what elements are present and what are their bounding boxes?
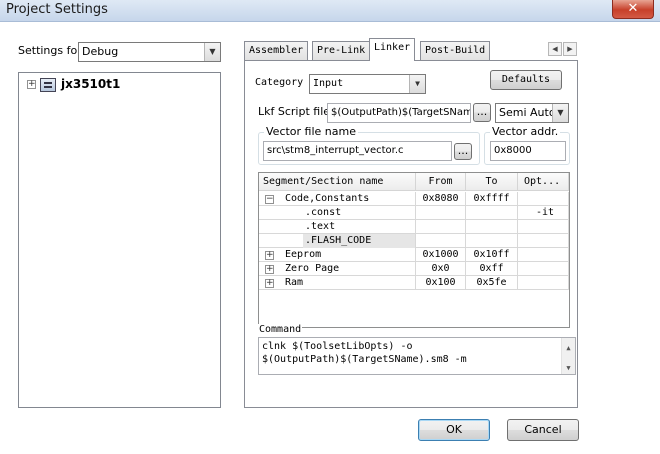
- close-button[interactable]: ✕: [612, 0, 654, 19]
- close-icon: ✕: [627, 1, 639, 16]
- project-name[interactable]: jx3510t1: [61, 77, 120, 91]
- section-options[interactable]: -it: [518, 206, 569, 220]
- segment-to[interactable]: 0xffff: [466, 192, 518, 206]
- column-header-to[interactable]: To: [466, 173, 518, 191]
- window-title: Project Settings: [6, 2, 108, 17]
- table-row[interactable]: + Eeprom 0x1000 0x10ff: [259, 248, 569, 262]
- ok-button[interactable]: OK: [418, 419, 490, 441]
- segment-name: Ram: [259, 276, 416, 290]
- scroll-down-icon[interactable]: ▼: [562, 362, 575, 375]
- section-to[interactable]: [466, 220, 518, 234]
- category-label: Category: [255, 77, 304, 88]
- project-icon: [40, 78, 56, 92]
- segment-from[interactable]: 0x8080: [416, 192, 466, 206]
- table-row-selected[interactable]: .FLASH_CODE: [259, 234, 569, 248]
- segment-options[interactable]: [518, 248, 569, 262]
- vector-file-field[interactable]: src\stm8_interrupt_vector.c: [263, 141, 452, 161]
- table-row[interactable]: − Code,Constants 0x8080 0xffff: [259, 192, 569, 206]
- scroll-up-icon[interactable]: ▲: [562, 342, 575, 355]
- category-select[interactable]: Input ▼: [309, 74, 426, 94]
- tab-assembler[interactable]: Assembler: [244, 41, 309, 60]
- segment-to[interactable]: 0xff: [466, 262, 518, 276]
- project-tree[interactable]: + jx3510t1: [18, 72, 221, 408]
- segment-options[interactable]: [518, 276, 569, 290]
- vector-file-group-title: Vector file name: [264, 125, 358, 138]
- command-field[interactable]: clnk $(ToolsetLibOpts) -o $(OutputPath)$…: [258, 337, 576, 375]
- section-to[interactable]: [466, 206, 518, 220]
- defaults-button[interactable]: Defaults: [490, 70, 562, 90]
- lkf-script-field[interactable]: $(OutputPath)$(TargetSName: [327, 103, 471, 123]
- section-from[interactable]: [416, 220, 466, 234]
- command-label: Command: [258, 324, 303, 335]
- segment-to[interactable]: 0x10ff: [466, 248, 518, 262]
- tab-scroll-right-icon[interactable]: ▶: [563, 42, 577, 56]
- tab-scroll-left-icon[interactable]: ◀: [548, 42, 562, 56]
- tab-linker[interactable]: Linker: [369, 38, 416, 61]
- command-line-2: $(OutputPath)$(TargetSName).sm8 -m: [262, 354, 467, 365]
- segment-name: Eeprom: [259, 248, 416, 262]
- segment-options[interactable]: [518, 262, 569, 276]
- table-row[interactable]: .text: [259, 220, 569, 234]
- grid-header: Segment/Section name From To Opt...: [259, 173, 569, 191]
- segment-from[interactable]: 0x1000: [416, 248, 466, 262]
- table-row[interactable]: + Ram 0x100 0x5fe: [259, 276, 569, 290]
- category-value: Input: [313, 78, 344, 89]
- segment-name: Zero Page: [259, 262, 416, 276]
- table-row[interactable]: .const -it: [259, 206, 569, 220]
- table-row[interactable]: + Zero Page 0x0 0xff: [259, 262, 569, 276]
- section-name: .text: [259, 220, 416, 234]
- expand-icon[interactable]: +: [27, 80, 36, 89]
- title-bar: Project Settings ✕: [0, 0, 660, 22]
- cancel-button[interactable]: Cancel: [507, 419, 579, 441]
- tab-pre-link[interactable]: Pre-Link: [312, 41, 371, 60]
- section-name: .const: [259, 206, 416, 220]
- chevron-down-icon: ▼: [552, 104, 568, 122]
- section-from[interactable]: [416, 206, 466, 220]
- vector-addr-group-title: Vector addr.: [490, 125, 561, 138]
- lkf-browse-button[interactable]: ...: [473, 103, 491, 122]
- section-from[interactable]: [416, 234, 466, 248]
- section-to[interactable]: [466, 234, 518, 248]
- chevron-down-icon: ▼: [204, 43, 220, 61]
- column-header-from[interactable]: From: [416, 173, 466, 191]
- lkf-mode-value: Semi Auto: [499, 106, 556, 119]
- section-options[interactable]: [518, 220, 569, 234]
- settings-for-label: Settings for:: [18, 44, 86, 57]
- segment-to[interactable]: 0x5fe: [466, 276, 518, 290]
- chevron-down-icon: ▼: [409, 75, 425, 93]
- segment-grid[interactable]: Segment/Section name From To Opt... − Co…: [258, 172, 570, 328]
- command-scrollbar[interactable]: ▲ ▼: [561, 338, 575, 374]
- segment-name: Code,Constants: [259, 192, 416, 206]
- tab-post-build[interactable]: Post-Build: [420, 41, 491, 60]
- column-header-segment[interactable]: Segment/Section name: [259, 173, 416, 191]
- configuration-select[interactable]: Debug ▼: [78, 42, 221, 62]
- vector-addr-field[interactable]: 0x8000: [490, 141, 566, 161]
- segment-from[interactable]: 0x100: [416, 276, 466, 290]
- vector-browse-button[interactable]: ...: [454, 143, 472, 160]
- column-header-options[interactable]: Opt...: [518, 173, 569, 191]
- lkf-script-label: Lkf Script file:: [258, 105, 334, 118]
- segment-from[interactable]: 0x0: [416, 262, 466, 276]
- command-line-1: clnk $(ToolsetLibOpts) -o: [262, 341, 413, 352]
- segment-options[interactable]: [518, 192, 569, 206]
- lkf-mode-select[interactable]: Semi Auto ▼: [495, 103, 569, 123]
- configuration-value: Debug: [82, 45, 119, 58]
- section-name: .FLASH_CODE: [303, 234, 416, 248]
- section-options[interactable]: [518, 234, 569, 248]
